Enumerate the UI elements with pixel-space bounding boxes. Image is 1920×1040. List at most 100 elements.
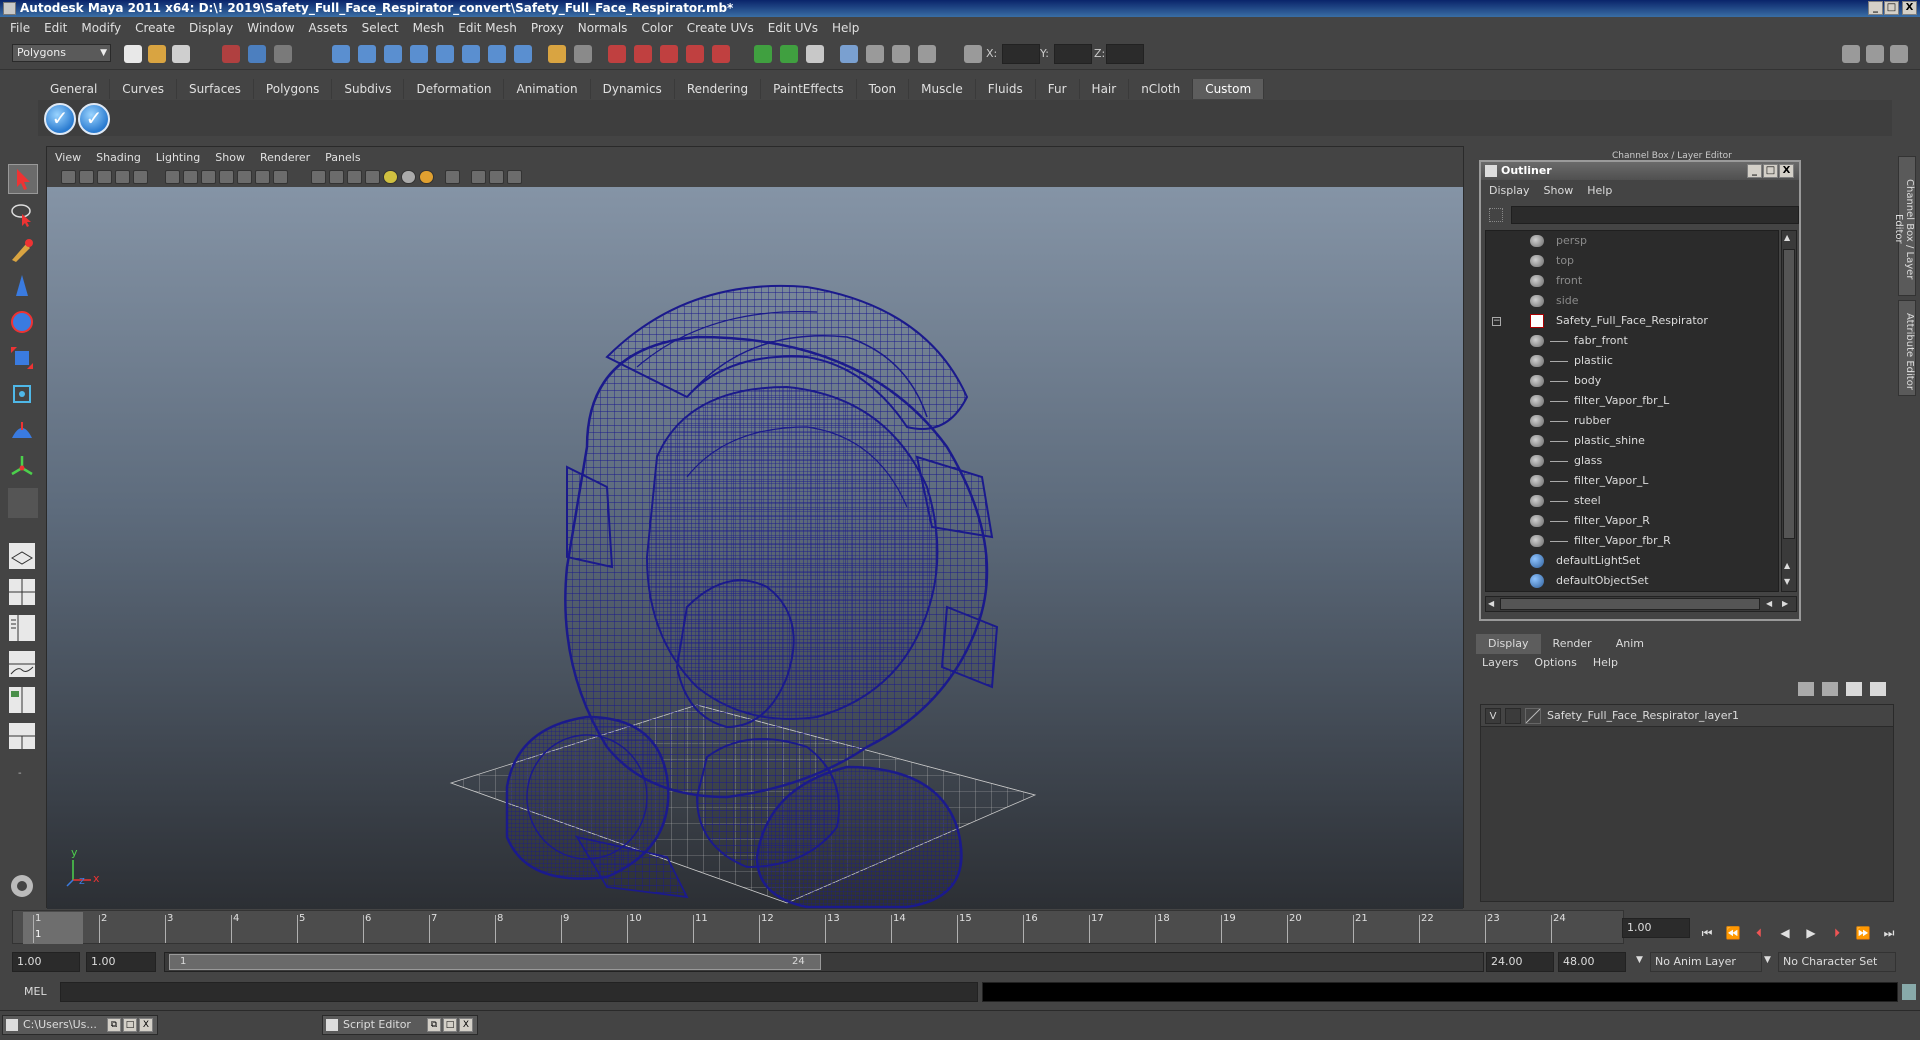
viewport-menu-lighting[interactable]: Lighting [156, 151, 209, 164]
shelf-tab-polygons[interactable]: Polygons [254, 79, 333, 99]
safe-title-icon[interactable] [273, 170, 288, 184]
range-slider[interactable]: 1 24 [164, 952, 1484, 972]
select-handles-icon[interactable] [332, 45, 350, 63]
shelf-tab-general[interactable]: General [38, 79, 111, 99]
render-view-icon[interactable] [840, 45, 858, 63]
outliner-item-child[interactable]: plastiic [1486, 351, 1778, 371]
x-coord-field[interactable] [1002, 44, 1040, 64]
scrollbar-thumb[interactable] [1783, 249, 1795, 539]
camera-attributes-icon[interactable] [79, 170, 94, 184]
start-time-field[interactable]: 1.00 [12, 952, 80, 972]
scroll-up-icon-2[interactable]: ▲ [1784, 561, 1790, 570]
layer-row[interactable]: V Safety_Full_Face_Respirator_layer1 [1481, 705, 1893, 727]
menu-help[interactable]: Help [826, 18, 867, 38]
open-scene-icon[interactable] [148, 45, 166, 63]
playback-end-field[interactable]: 24.00 [1486, 952, 1554, 972]
hypershade-persp-layout-icon[interactable] [8, 686, 38, 716]
character-set-selector[interactable]: No Character Set [1778, 952, 1896, 972]
outliner-item-top[interactable]: top [1486, 251, 1778, 271]
restore-button[interactable]: ⧉ [107, 1018, 121, 1032]
menu-normals[interactable]: Normals [572, 18, 636, 38]
python-script-icon[interactable] [8, 872, 38, 902]
save-scene-icon[interactable] [172, 45, 190, 63]
maximize-button[interactable]: □ [123, 1018, 137, 1032]
field-chart-icon[interactable] [237, 170, 252, 184]
outliner-item-child[interactable]: plastic_shine [1486, 431, 1778, 451]
transform-mode-icon[interactable] [964, 45, 982, 63]
shelf-tab-ncloth[interactable]: nCloth [1129, 79, 1194, 99]
layer-tab-render[interactable]: Render [1541, 634, 1604, 654]
shelf-tab-fur[interactable]: Fur [1036, 79, 1080, 99]
outliner-item-group[interactable]: − Safety_Full_Face_Respirator [1486, 311, 1778, 331]
outliner-item-child[interactable]: glass [1486, 451, 1778, 471]
paint-select-tool-icon[interactable] [8, 236, 38, 266]
shelf-tab-subdivs[interactable]: Subdivs [332, 79, 405, 99]
textured-mode-icon[interactable] [365, 170, 380, 184]
wireframe-on-shaded-icon[interactable] [347, 170, 362, 184]
viewport-scene[interactable]: y x z [47, 187, 1463, 909]
outliner-item-side[interactable]: side [1486, 291, 1778, 311]
select-rendering-icon[interactable] [488, 45, 506, 63]
menu-edit-mesh[interactable]: Edit Mesh [452, 18, 525, 38]
shelf-tab-surfaces[interactable]: Surfaces [177, 79, 254, 99]
outliner-item-set[interactable]: defaultObjectSet [1486, 571, 1778, 591]
outliner-item-child[interactable]: filter_Vapor_R [1486, 511, 1778, 531]
scroll-up-icon[interactable]: ▲ [1784, 233, 1790, 242]
layer-color-swatch[interactable] [1525, 708, 1541, 724]
snap-grid-icon[interactable] [608, 45, 626, 63]
outliner-item-front[interactable]: front [1486, 271, 1778, 291]
use-all-lights-icon[interactable] [383, 170, 398, 184]
close-button[interactable]: X [1902, 1, 1917, 15]
outliner-close-button[interactable]: X [1779, 164, 1794, 178]
outliner-horizontal-scrollbar[interactable]: ◀ ◀ ▶ [1485, 596, 1797, 612]
2d-pan-zoom-icon[interactable] [133, 170, 148, 184]
menu-proxy[interactable]: Proxy [525, 18, 572, 38]
select-joints-icon[interactable] [358, 45, 376, 63]
minimized-window-script-editor[interactable]: Script Editor ⧉ □ X [322, 1015, 478, 1035]
select-misc-icon[interactable] [514, 45, 532, 63]
xray-joints-icon[interactable] [471, 170, 486, 184]
lasso-tool-icon[interactable] [8, 200, 38, 230]
menu-color[interactable]: Color [635, 18, 680, 38]
shelf-checkmark-icon-1[interactable]: ✓ [44, 103, 76, 135]
close-button[interactable]: X [139, 1018, 153, 1032]
side-tab-channel-box[interactable]: Channel Box / Layer Editor [1893, 156, 1916, 296]
step-forward-key-icon[interactable]: ⏵ [1828, 926, 1846, 944]
input-ops-icon[interactable] [754, 45, 772, 63]
toggle-channel-box-icon[interactable] [1890, 45, 1908, 63]
select-deformations-icon[interactable] [436, 45, 454, 63]
shelf-tab-fluids[interactable]: Fluids [976, 79, 1036, 99]
outliner-filter-icon[interactable] [1489, 208, 1503, 222]
menu-display[interactable]: Display [183, 18, 241, 38]
outliner-maximize-button[interactable]: □ [1763, 164, 1778, 178]
menu-file[interactable]: File [4, 18, 38, 38]
command-input[interactable] [60, 982, 978, 1002]
xray-active-components-icon[interactable] [489, 170, 504, 184]
new-scene-icon[interactable] [124, 45, 142, 63]
soft-modification-icon[interactable] [8, 416, 38, 446]
collapse-icon[interactable]: − [1492, 317, 1501, 326]
step-forward-frame-icon[interactable]: ⏩ [1854, 926, 1872, 944]
play-backwards-icon[interactable]: ◀ [1776, 926, 1794, 944]
select-by-component-icon[interactable] [274, 45, 292, 63]
outliner-tree[interactable]: persp top front side − Safety_Full_Face_… [1485, 230, 1779, 592]
shelf-checkmark-icon-2[interactable]: ✓ [78, 103, 110, 135]
new-layer-icon[interactable] [1846, 682, 1862, 696]
play-forwards-icon[interactable]: ▶ [1802, 926, 1820, 944]
outliner-menu-help[interactable]: Help [1587, 184, 1612, 197]
shelf-tab-muscle[interactable]: Muscle [909, 79, 976, 99]
restore-button[interactable]: ⧉ [427, 1018, 441, 1032]
four-view-layout-icon[interactable] [8, 578, 38, 608]
outliner-item-child[interactable]: fabr_front [1486, 331, 1778, 351]
move-tool-icon[interactable] [8, 272, 38, 302]
outliner-item-child[interactable]: filter_Vapor_fbr_L [1486, 391, 1778, 411]
menu-select[interactable]: Select [356, 18, 407, 38]
maximize-button[interactable]: □ [1884, 1, 1899, 15]
scroll-left-icon[interactable]: ◀ [1488, 599, 1494, 608]
outliner-item-child[interactable]: steel [1486, 491, 1778, 511]
layer-list[interactable]: V Safety_Full_Face_Respirator_layer1 [1480, 704, 1894, 902]
menu-window[interactable]: Window [241, 18, 302, 38]
perspective-viewport[interactable]: View Shading Lighting Show Renderer Pane… [46, 146, 1464, 909]
outliner-item-child[interactable]: rubber [1486, 411, 1778, 431]
outliner-search-input[interactable] [1511, 206, 1799, 224]
